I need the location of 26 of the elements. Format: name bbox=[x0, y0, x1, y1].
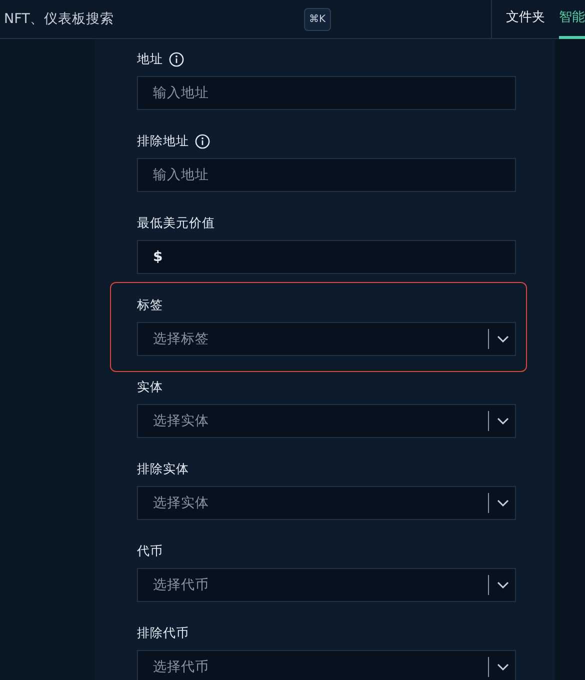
info-icon[interactable] bbox=[169, 52, 184, 66]
field-label: 标签 bbox=[137, 296, 163, 314]
chevron-down-icon bbox=[496, 499, 508, 507]
search-field[interactable]: NFT、仪表板搜索 bbox=[4, 8, 304, 30]
field-label: 实体 bbox=[137, 378, 163, 396]
select-field[interactable]: 选择实体 bbox=[137, 404, 516, 438]
field-label: 地址 bbox=[137, 50, 163, 68]
input-field[interactable]: $ bbox=[137, 240, 516, 274]
tab[interactable]: 文件夹 bbox=[506, 0, 545, 39]
chevron-down-icon bbox=[496, 663, 508, 671]
field-label: 排除代币 bbox=[137, 624, 189, 642]
select-field[interactable]: 选择标签 bbox=[137, 322, 516, 356]
select-field[interactable]: 选择实体 bbox=[137, 486, 516, 520]
select-field[interactable]: 选择代币 bbox=[137, 568, 516, 602]
select-field[interactable]: 选择代币 bbox=[137, 650, 516, 680]
info-icon[interactable] bbox=[195, 134, 210, 148]
field-label: 最低美元价值 bbox=[137, 214, 215, 232]
field-label: 代币 bbox=[137, 542, 163, 560]
chevron-down-icon bbox=[496, 335, 508, 343]
input-field[interactable]: 输入地址 bbox=[137, 76, 516, 110]
chevron-down-icon bbox=[496, 417, 508, 425]
input-field[interactable]: 输入地址 bbox=[137, 158, 516, 192]
shortcut-key: ⌘K bbox=[304, 8, 331, 30]
field-label: 排除地址 bbox=[137, 132, 189, 150]
field-label: 排除实体 bbox=[137, 460, 189, 478]
chevron-down-icon bbox=[496, 581, 508, 589]
